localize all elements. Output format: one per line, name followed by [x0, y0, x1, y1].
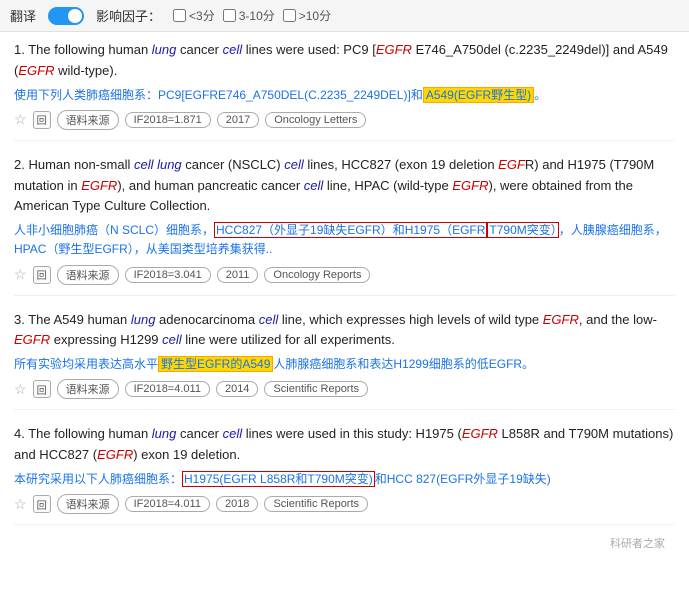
- result-3-egfr2: EGFR: [14, 332, 50, 347]
- result-3-cell2: cell: [162, 332, 182, 347]
- result-4-star[interactable]: ☆: [14, 496, 27, 513]
- filter-lt3-checkbox[interactable]: [173, 9, 186, 22]
- result-1-cell1: cell: [223, 42, 243, 57]
- result-1-cite[interactable]: 回: [33, 111, 51, 129]
- filter-3to10-checkbox[interactable]: [223, 9, 236, 22]
- top-bar: 翻译 影响因子： <3分 3-10分 >10分: [0, 0, 689, 32]
- result-2-cell2: cell: [304, 178, 324, 193]
- result-item-1: 1. The following human lung cancer cell …: [14, 40, 675, 141]
- result-4-en: 4. The following human lung cancer cell …: [14, 424, 675, 466]
- result-2-star[interactable]: ☆: [14, 266, 27, 283]
- filter-lt3-label: <3分: [189, 7, 215, 24]
- result-2-if: IF2018=3.041: [125, 267, 211, 283]
- result-3-zh: 所有实验均采用表达高水平野生型EGFR的A549人肺腺癌细胞系和表达H1299细…: [14, 355, 675, 374]
- result-1-year: 2017: [217, 112, 259, 128]
- result-4-if: IF2018=4.011: [125, 496, 210, 512]
- result-2-journal: Oncology Reports: [264, 267, 370, 283]
- result-1-egfr2: EGFR: [18, 63, 54, 78]
- result-4-journal: Scientific Reports: [264, 496, 368, 512]
- result-2-zh-highlight1: HCC827（外显子19缺失EGFR）和H1975（EGFR: [214, 222, 487, 238]
- result-item-3: 3. The A549 human lung adenocarcinoma ce…: [14, 310, 675, 411]
- result-2-meta: ☆ 回 语料来源 IF2018=3.041 2011 Oncology Repo…: [14, 265, 675, 285]
- result-4-zh: 本研究采用以下人肺癌细胞系：H1975(EGFR L858R和T790M突变)和…: [14, 470, 675, 489]
- result-2-cite[interactable]: 回: [33, 266, 51, 284]
- translate-toggle[interactable]: [48, 7, 84, 25]
- result-2-number: 2.: [14, 157, 28, 172]
- result-3-cell1: cell: [259, 312, 279, 327]
- result-4-zh-highlight: H1975(EGFR L858R和T790M突变): [182, 471, 375, 487]
- filter-gt10[interactable]: >10分: [283, 7, 331, 24]
- result-1-if: IF2018=1.871: [125, 112, 211, 128]
- result-4-source[interactable]: 语料来源: [57, 494, 119, 514]
- result-1-journal: Oncology Letters: [265, 112, 366, 128]
- result-3-en: 3. The A549 human lung adenocarcinoma ce…: [14, 310, 675, 352]
- result-2-egfr2: EGFR: [81, 178, 117, 193]
- result-3-year: 2014: [216, 381, 258, 397]
- result-4-meta: ☆ 回 语料来源 IF2018=4.011 2018 Scientific Re…: [14, 494, 675, 514]
- filter-lt3[interactable]: <3分: [173, 7, 215, 24]
- result-2-egfr3: EGFR: [452, 178, 488, 193]
- filter-gt10-label: >10分: [299, 7, 331, 24]
- result-2-zh-highlight2: T790M突变）: [487, 222, 558, 238]
- result-3-if: IF2018=4.011: [125, 381, 210, 397]
- result-2-zh: 人非小细胞肺癌（N SCLC）细胞系，HCC827（外显子19缺失EGFR）和H…: [14, 221, 675, 259]
- toggle-knob: [68, 9, 82, 23]
- result-3-cite[interactable]: 回: [33, 380, 51, 398]
- result-4-egfr2: EGFR: [97, 447, 133, 462]
- result-2-egfr1: EGF: [498, 157, 525, 172]
- result-4-number: 4.: [14, 426, 28, 441]
- result-4-egfr1: EGFR: [462, 426, 498, 441]
- result-3-egfr1: EGFR: [543, 312, 579, 327]
- result-3-star[interactable]: ☆: [14, 381, 27, 398]
- result-1-star[interactable]: ☆: [14, 111, 27, 128]
- result-1-lung1: lung: [152, 42, 177, 57]
- filter-3to10[interactable]: 3-10分: [223, 7, 275, 24]
- result-2-source[interactable]: 语料来源: [57, 265, 119, 285]
- result-4-lung1: lung: [152, 426, 177, 441]
- result-1-number: 1.: [14, 42, 28, 57]
- result-2-cell1: cell: [284, 157, 304, 172]
- watermark: 科研者之家: [14, 535, 675, 551]
- result-1-zh: 使用下列人类肺癌细胞系：PC9[EGFRE746_A750DEL(C.2235_…: [14, 86, 675, 105]
- result-4-cell1: cell: [223, 426, 243, 441]
- filter-3to10-label: 3-10分: [239, 7, 275, 24]
- result-2-year: 2011: [217, 267, 259, 283]
- result-2-en: 2. Human non-small cell lung cancer (NSC…: [14, 155, 675, 217]
- result-item-2: 2. Human non-small cell lung cancer (NSC…: [14, 155, 675, 296]
- result-3-source[interactable]: 语料来源: [57, 379, 119, 399]
- result-item-4: 4. The following human lung cancer cell …: [14, 424, 675, 525]
- result-3-journal: Scientific Reports: [264, 381, 368, 397]
- result-1-meta: ☆ 回 语料来源 IF2018=1.871 2017 Oncology Lett…: [14, 110, 675, 130]
- filter-group: <3分 3-10分 >10分: [173, 7, 331, 24]
- result-3-meta: ☆ 回 语料来源 IF2018=4.011 2014 Scientific Re…: [14, 379, 675, 399]
- translate-label: 翻译: [10, 6, 36, 25]
- influence-label: 影响因子：: [96, 6, 161, 25]
- result-1-source[interactable]: 语料来源: [57, 110, 119, 130]
- result-1-egfr1: EGFR: [376, 42, 412, 57]
- result-4-year: 2018: [216, 496, 258, 512]
- result-3-number: 3.: [14, 312, 28, 327]
- result-4-cite[interactable]: 回: [33, 495, 51, 513]
- result-1-zh-highlight: A549(EGFR野生型): [423, 87, 534, 103]
- result-3-zh-highlight: 野生型EGFR的A549: [158, 356, 273, 372]
- results-content: 1. The following human lung cancer cell …: [0, 32, 689, 559]
- result-1-en: 1. The following human lung cancer cell …: [14, 40, 675, 82]
- result-3-lung1: lung: [131, 312, 156, 327]
- filter-gt10-checkbox[interactable]: [283, 9, 296, 22]
- result-2-cell-lung: cell lung: [134, 157, 182, 172]
